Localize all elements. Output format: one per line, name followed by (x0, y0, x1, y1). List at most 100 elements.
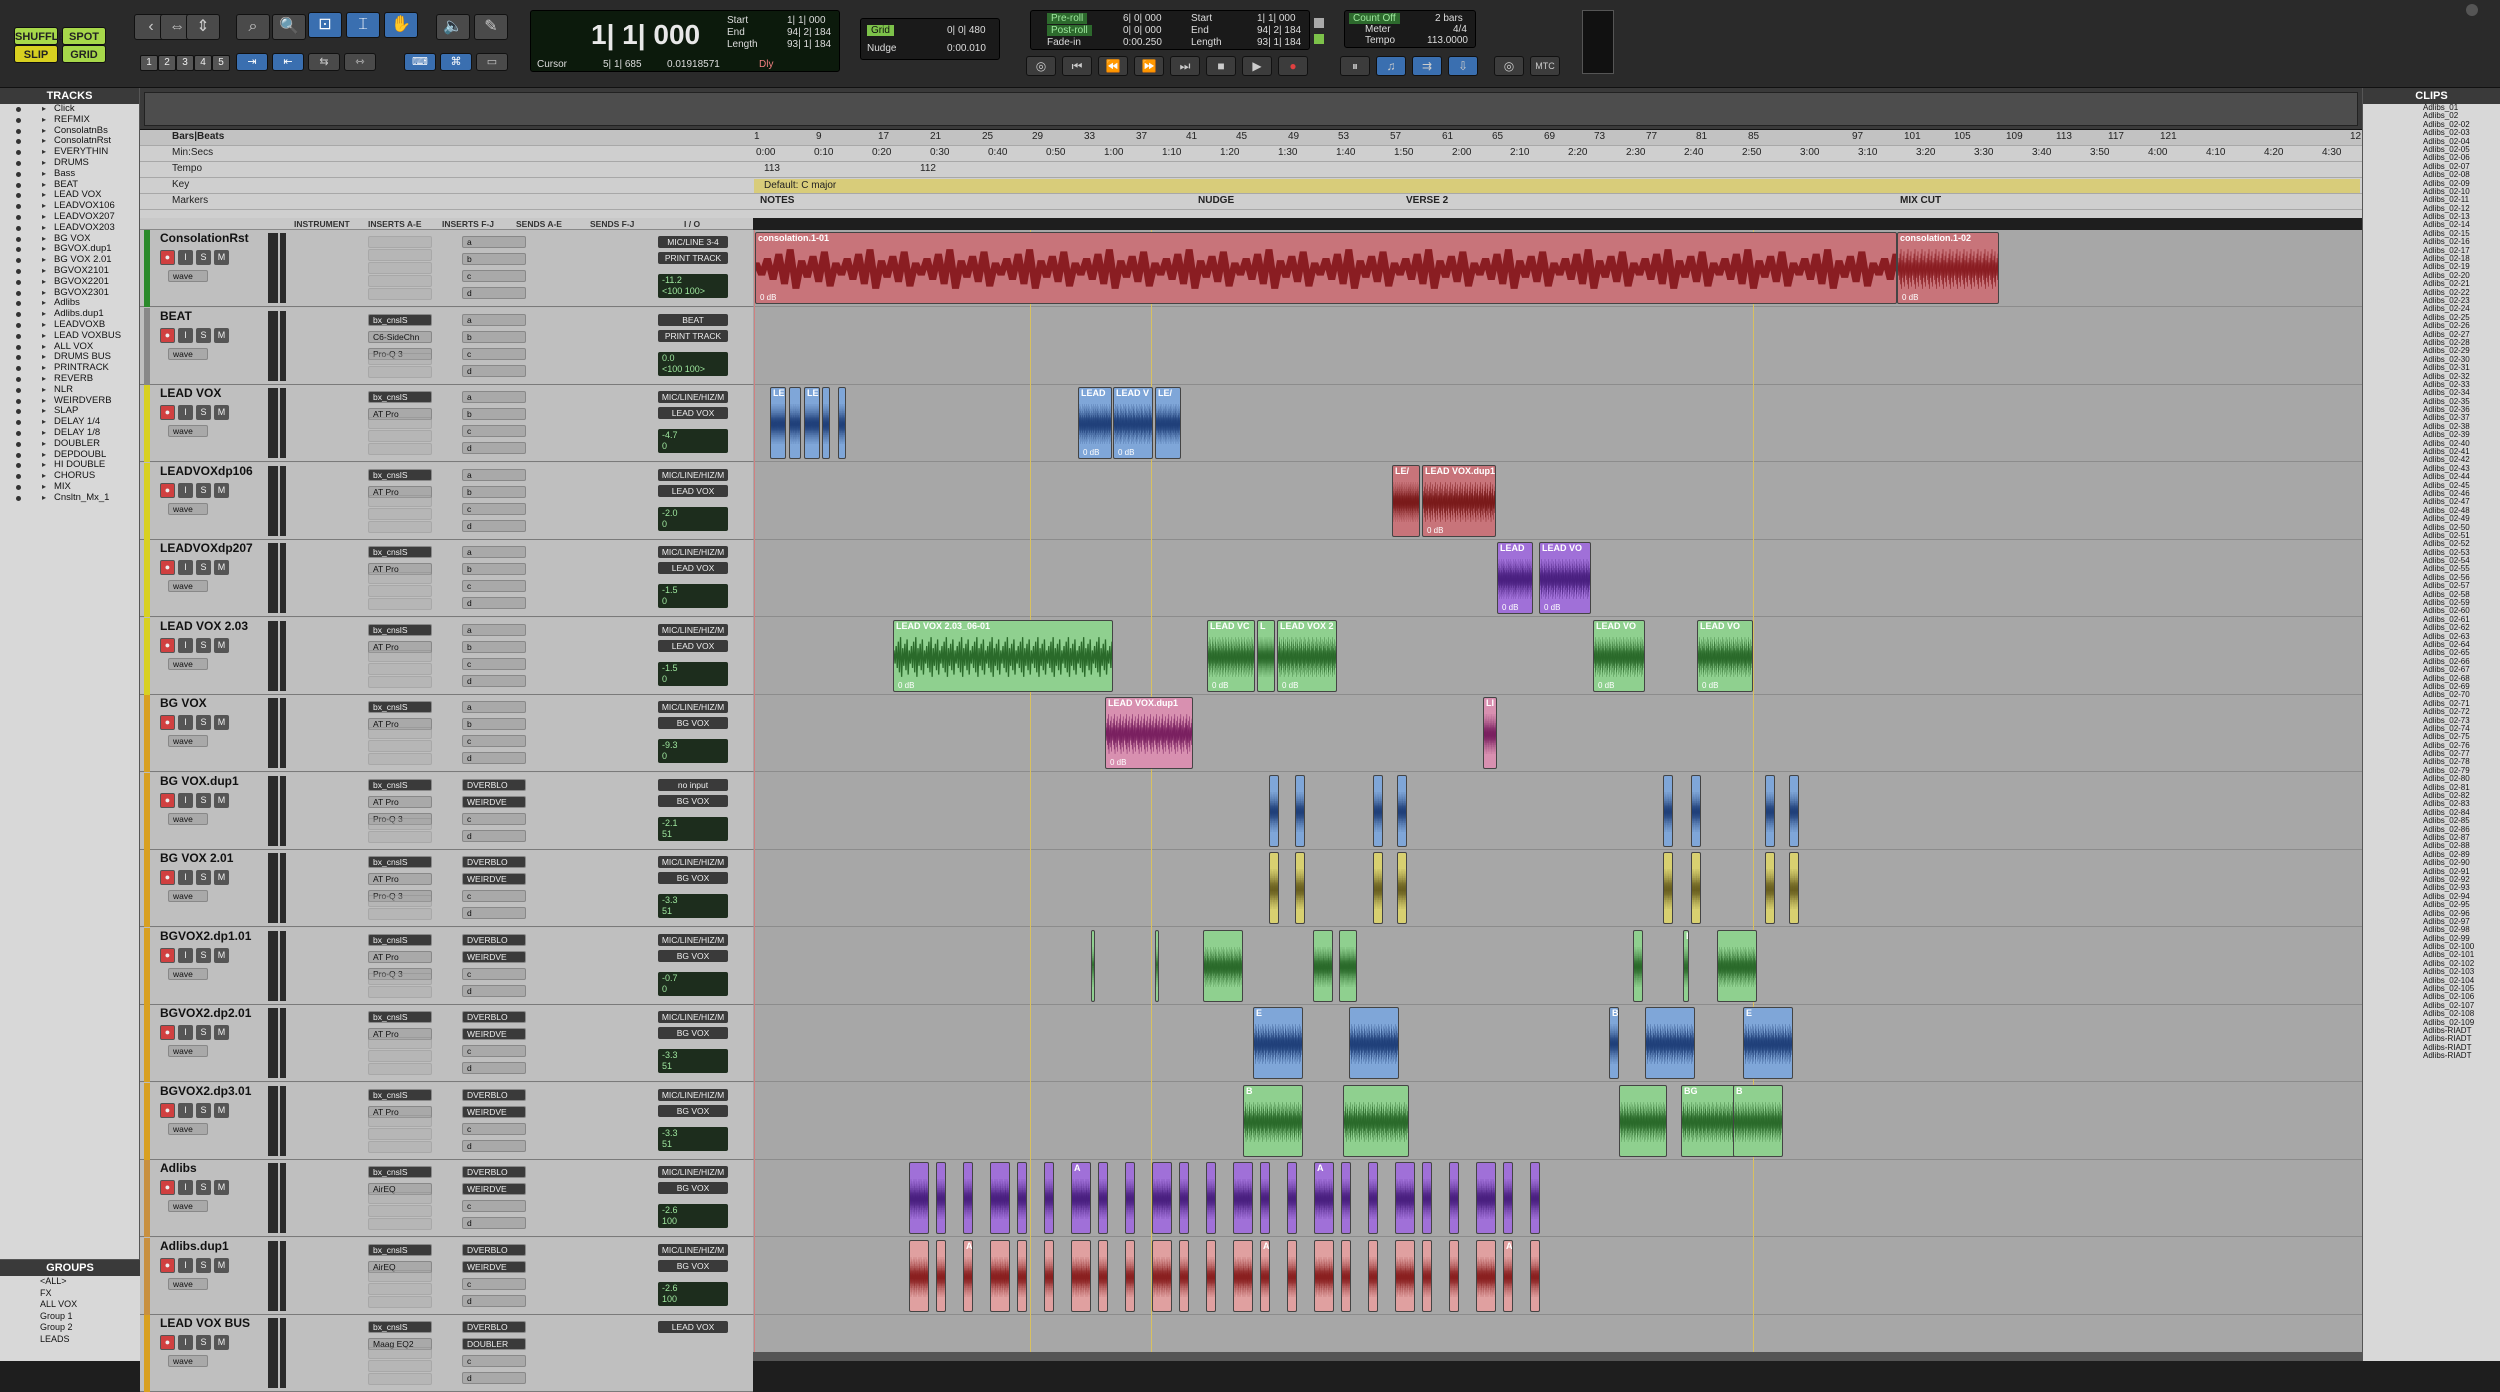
track-list-item[interactable]: ▸ BGVOX2201 (0, 277, 139, 288)
track-lane[interactable] (753, 1083, 2362, 1160)
empty-insert-slot[interactable] (368, 430, 432, 442)
empty-insert-slot[interactable] (368, 753, 432, 765)
insert-slot[interactable]: bx_cnslS (368, 1166, 432, 1178)
input-selector[interactable]: MIC/LINE/HIZ/M (658, 1166, 728, 1178)
track-visibility-icon[interactable] (16, 236, 21, 242)
audio-clip[interactable] (1071, 1239, 1091, 1312)
input-selector[interactable]: MIC/LINE/HIZ/M (658, 1243, 728, 1256)
track-visibility-icon[interactable] (16, 452, 21, 458)
clip-list-item[interactable]: Adlibs_02-102 (2363, 960, 2500, 968)
mute-button[interactable]: M (214, 405, 229, 420)
postroll-label[interactable]: Post-roll (1047, 25, 1092, 36)
clip-list-item[interactable]: Adlibs_02-60 (2363, 607, 2500, 615)
track-visibility-icon[interactable] (16, 290, 21, 296)
audio-clip[interactable] (1313, 929, 1333, 1002)
send-slot[interactable]: d (462, 1372, 526, 1384)
clip-list-item[interactable]: Adlibs_02-09 (2363, 180, 2500, 188)
empty-insert-slot[interactable] (368, 830, 432, 843)
clip-list-item[interactable]: Adlibs_02-16 (2363, 238, 2500, 246)
audio-clip[interactable] (1179, 1239, 1189, 1312)
clip-list-item[interactable]: Adlibs_02-14 (2363, 221, 2500, 229)
audio-clip[interactable] (1098, 1162, 1108, 1234)
audio-clip[interactable] (1368, 1239, 1378, 1312)
send-slot[interactable]: c (462, 1122, 526, 1135)
clip-list-item[interactable]: Adlibs_02-19 (2363, 263, 2500, 271)
empty-insert-slot[interactable] (368, 417, 432, 429)
volume-value[interactable]: -1.5 (662, 663, 724, 674)
empty-insert-slot[interactable] (368, 662, 432, 675)
insert-slot[interactable]: bx_cnslS (368, 856, 432, 868)
track-name[interactable]: LEAD VOX 2.03 (160, 619, 248, 633)
online-toggle-icon[interactable] (1314, 34, 1324, 44)
empty-insert-slot[interactable] (368, 985, 432, 998)
output-selector[interactable]: LEAD VOX (658, 562, 728, 574)
audio-clip[interactable]: LEAD V 0 dB (1113, 387, 1153, 459)
track-visibility-icon[interactable] (16, 193, 21, 199)
audio-clip[interactable] (822, 387, 830, 459)
bars-beats-ruler[interactable]: Bars|Beats 1 9 17 21 25 29 33 37 41 45 49 53 57 61 65 6… (140, 130, 2362, 146)
volume-value[interactable]: -1.5 (662, 585, 724, 596)
pan-value[interactable]: 0 (662, 674, 724, 685)
track-list-item[interactable]: ▸ Bass (0, 169, 139, 180)
audio-clip[interactable] (1397, 774, 1407, 847)
mute-button[interactable]: M (214, 560, 229, 575)
send-slot[interactable]: WEIRDVE (462, 1028, 526, 1040)
clip-list-item[interactable]: Adlibs_02-93 (2363, 884, 2500, 892)
volume-value[interactable]: -3.3 (662, 895, 724, 906)
audio-clip[interactable] (1343, 1084, 1409, 1157)
volume-value[interactable]: -11.2 (662, 275, 724, 286)
empty-insert-slot[interactable] (368, 1282, 432, 1295)
audio-clip[interactable]: LEAD VC 0 dB (1207, 619, 1255, 692)
output-selector[interactable]: PRINT TRACK (658, 329, 728, 342)
audio-clip[interactable] (1125, 1162, 1135, 1234)
tempo-ruler[interactable]: Tempo 113 112 (140, 162, 2362, 178)
fadein-value[interactable]: 0:00.250 (1123, 37, 1162, 48)
track-visibility-icon[interactable] (16, 301, 21, 307)
output-selector[interactable]: BG VOX (658, 1259, 728, 1272)
clip-list-item[interactable]: Adlibs_02-86 (2363, 826, 2500, 834)
send-slot[interactable]: d (462, 752, 526, 764)
volume-pan-display[interactable]: -11.2 <100 100> (658, 274, 728, 298)
mute-button[interactable]: M (214, 1180, 229, 1195)
track-list-item[interactable]: ▸ BGVOX2101 (0, 266, 139, 277)
track-view-selector[interactable]: wave (168, 1045, 208, 1057)
volume-pan-display[interactable]: -2.1 51 (658, 816, 728, 841)
audio-clip[interactable] (1233, 1239, 1253, 1312)
tab-to-transient-icon[interactable]: ⇤ (272, 53, 304, 71)
input-monitor-button[interactable]: I (178, 947, 193, 963)
insert-slot[interactable]: bx_cnslS (368, 1011, 432, 1023)
audio-clip[interactable] (1341, 1162, 1351, 1234)
volume-pan-display[interactable]: -9.3 0 (658, 739, 728, 763)
input-selector[interactable]: MIC/LINE/HIZ/M (658, 1088, 728, 1101)
commands-focus-icon[interactable]: ⌘ (440, 53, 472, 71)
clip-list-item[interactable]: Adlibs_02-64 (2363, 641, 2500, 649)
audio-clip[interactable]: LE/ (1155, 387, 1181, 459)
input-selector[interactable]: no input (658, 778, 728, 791)
input-selector[interactable]: MIC/LINE/HIZ/M (658, 701, 728, 713)
start2-value[interactable]: 1| 1| 000 (1257, 13, 1296, 24)
delay-label[interactable]: Dly (759, 59, 773, 70)
audio-clip[interactable] (1373, 774, 1383, 847)
record-arm-button[interactable]: ● (160, 715, 175, 730)
clip-list-item[interactable]: Adlibs_02-26 (2363, 322, 2500, 330)
group-item[interactable]: <ALL> (0, 1276, 140, 1288)
group-item[interactable]: ALL VOX (0, 1299, 140, 1311)
track-list-item[interactable]: ▸ DEPDOUBL (0, 450, 139, 461)
track-lane[interactable] (753, 928, 2362, 1005)
send-slot[interactable]: DVERBLO (462, 933, 526, 946)
send-slot[interactable]: b (462, 330, 526, 343)
send-slot[interactable]: DOUBLER (462, 1338, 526, 1350)
empty-insert-slot[interactable] (368, 507, 432, 520)
track-list-item[interactable]: ▸ DRUMS (0, 158, 139, 169)
send-slot[interactable]: a (462, 236, 526, 248)
pan-value[interactable]: <100 100> (662, 286, 724, 297)
output-selector[interactable]: BG VOX (658, 717, 728, 729)
volume-pan-display[interactable]: -4.7 0 (658, 429, 728, 453)
audio-clip[interactable] (1260, 1162, 1270, 1234)
send-slot[interactable]: WEIRDVE (462, 873, 526, 885)
volume-value[interactable]: 0.0 (662, 353, 724, 364)
audio-clip[interactable] (1349, 1007, 1399, 1079)
empty-insert-slot[interactable] (368, 727, 432, 739)
clip-list-item[interactable]: Adlibs_02-53 (2363, 549, 2500, 557)
pan-value[interactable]: 51 (662, 829, 724, 840)
